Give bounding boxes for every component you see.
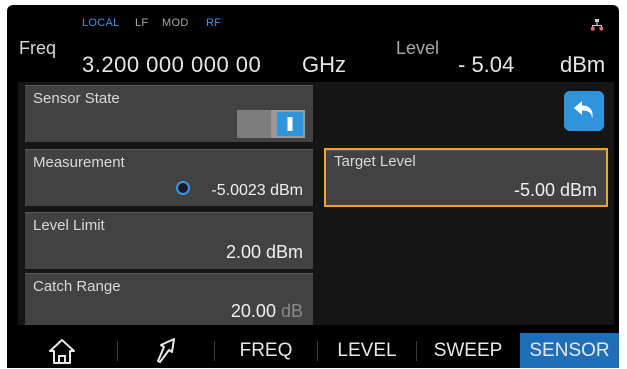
measurement-card[interactable]: Measurement -5.0023 dBm xyxy=(25,149,313,206)
level-value[interactable]: - 5.04 xyxy=(458,52,514,78)
level-label: Level xyxy=(396,38,440,58)
status-local: LOCAL xyxy=(82,17,120,29)
target-level-value: -5.00 dBm xyxy=(513,180,597,200)
sensor-panel: Sensor State Measurement -5.0023 dBm Lev… xyxy=(18,82,614,325)
status-lf: LF xyxy=(135,17,149,29)
level-limit-value: 2.00 dBm xyxy=(225,242,303,262)
bottom-nav: FREQ LEVEL SWEEP SENSOR xyxy=(7,333,619,368)
home-icon xyxy=(49,339,75,364)
level-limit-title: Level Limit xyxy=(33,217,105,234)
level-unit: dBm xyxy=(560,52,606,77)
nav-level[interactable]: LEVEL xyxy=(318,333,416,368)
freq-value[interactable]: 3.200 000 000 00 xyxy=(82,52,261,78)
nav-freq[interactable]: FREQ xyxy=(215,333,317,368)
level-limit-card[interactable]: Level Limit 2.00 dBm xyxy=(25,212,313,269)
target-level-card[interactable]: Target Level -5.00 dBm xyxy=(324,148,608,207)
freq-unit: GHz xyxy=(302,52,346,77)
status-mod: MOD xyxy=(162,17,189,29)
measurement-value: -5.0023 dBm xyxy=(211,182,303,199)
diagonal-arrow-icon xyxy=(157,338,175,363)
catch-range-title: Catch Range xyxy=(33,278,121,295)
instrument-screen: LOCAL LF MOD RF Freq 3.200 000 000 00 GH… xyxy=(7,5,619,363)
sensor-state-card[interactable]: Sensor State xyxy=(25,85,313,142)
freq-label: Freq xyxy=(19,38,57,58)
measurement-indicator-icon xyxy=(176,181,190,195)
network-icon xyxy=(591,19,603,31)
catch-range-card[interactable]: Catch Range 20.00 dB xyxy=(25,273,313,325)
catch-range-unit: dB xyxy=(280,301,303,321)
sensor-state-toggle[interactable] xyxy=(237,110,305,138)
measurement-title: Measurement xyxy=(33,154,125,171)
nav-sensor[interactable]: SENSOR xyxy=(520,333,619,368)
nav-arrow[interactable] xyxy=(118,333,214,368)
catch-range-value-group: 20.00 dB xyxy=(231,301,303,322)
back-button[interactable] xyxy=(564,91,604,131)
catch-range-value: 20.00 xyxy=(230,301,276,321)
target-level-title: Target Level xyxy=(334,153,416,170)
status-rf: RF xyxy=(206,17,222,29)
sensor-state-title: Sensor State xyxy=(33,90,120,107)
nav-sweep[interactable]: SWEEP xyxy=(417,333,519,368)
nav-home[interactable] xyxy=(7,333,117,368)
